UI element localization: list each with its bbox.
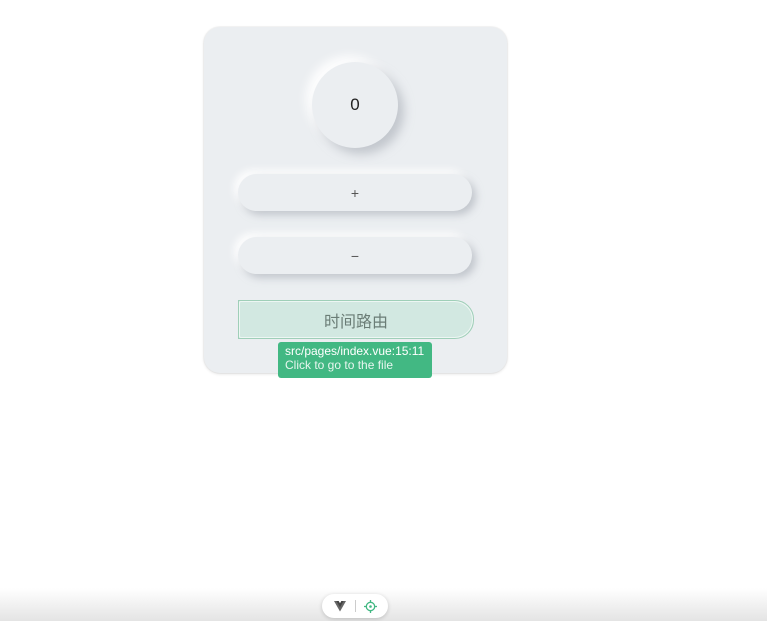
counter-card: 0 + − 时间路由 — [204, 27, 507, 373]
vue-devtools-toggle — [322, 594, 388, 618]
increment-label: + — [350, 184, 360, 201]
tooltip-file-path: src/pages/index.vue:15:11 — [285, 344, 425, 358]
app-page: 0 + − 时间路由 src/pages/index.vue:15:11 Cli… — [0, 0, 767, 621]
crosshair-icon[interactable] — [364, 599, 378, 613]
inspector-tooltip[interactable]: src/pages/index.vue:15:11 Click to go to… — [278, 342, 432, 378]
decrement-button[interactable]: − — [238, 237, 472, 274]
tooltip-hint: Click to go to the file — [285, 358, 394, 372]
counter-value: 0 — [350, 95, 360, 114]
vue-logo-icon[interactable] — [333, 599, 347, 613]
counter-display: 0 — [312, 62, 398, 148]
increment-button[interactable]: + — [238, 174, 472, 211]
decrement-label: − — [350, 247, 360, 264]
time-route-label: 时间路由 — [323, 313, 388, 331]
devtools-separator — [354, 600, 356, 612]
time-route-button[interactable]: 时间路由 — [238, 300, 474, 339]
